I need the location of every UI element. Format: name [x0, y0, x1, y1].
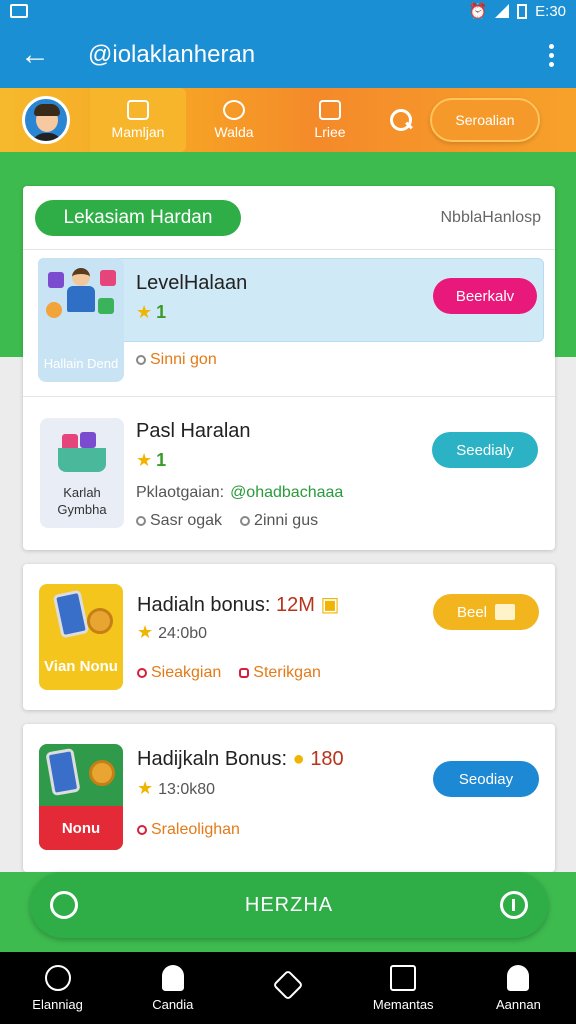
nav-item-memantas[interactable]: Memantas: [346, 952, 461, 1024]
back-arrow-icon[interactable]: ←: [0, 40, 70, 70]
beel-button[interactable]: Beel: [433, 594, 539, 630]
main-panel: Lekasiam Hardan NbblaHanlosp Hallain Den…: [23, 186, 555, 550]
gift-icon: [127, 100, 149, 120]
home-icon: [272, 969, 304, 1001]
list-item[interactable]: Vian Nonu Hadialn bonus: 12M ▣ ★ 24:0b0 …: [23, 564, 555, 710]
item-thumbnail: Nonu: [39, 744, 123, 850]
notification-icon: [10, 4, 28, 18]
star-rating: ★ 24:0b0: [137, 622, 208, 642]
nav-item-home[interactable]: [230, 952, 345, 1024]
item-thumbnail: Vian Nonu: [39, 584, 123, 690]
app-bar: ← @iolaklanheran: [0, 22, 576, 88]
herzha-bar[interactable]: HERZHA: [30, 872, 548, 938]
item-meta: Sinni gon: [136, 351, 217, 369]
item-meta: Pklaotgaian: @ohadbachaaa: [136, 484, 344, 501]
seodiay-button[interactable]: Seodiay: [433, 761, 539, 797]
item-title: Hadijkaln Bonus: ● 180: [137, 748, 344, 770]
section-pill[interactable]: Lekasiam Hardan: [35, 199, 241, 236]
battery-icon: [517, 3, 528, 19]
star-rating: ★ 1: [136, 450, 167, 470]
item-meta: Sraleolighan: [137, 821, 240, 839]
tab-mamljan[interactable]: Mamljan: [90, 88, 186, 152]
avatar[interactable]: [22, 96, 70, 144]
status-bar: ⏰ E:30: [0, 0, 576, 22]
alarm-icon: ⏰: [468, 3, 488, 20]
section-subtitle: NbblaHanlosp: [440, 208, 541, 226]
top-tabs: Mamljan Walda Lriee Seroalian: [0, 88, 576, 152]
seroalian-button[interactable]: Seroalian: [430, 98, 540, 142]
seedialy-button[interactable]: Seedialy: [432, 432, 538, 468]
refresh-icon[interactable]: [50, 891, 78, 919]
star-rating: ★ 1: [136, 302, 167, 322]
star-rating: ★ 13:0k80: [137, 778, 216, 798]
circle-icon: [44, 964, 71, 991]
nav-item-candia[interactable]: Candia: [115, 952, 230, 1024]
herzha-label: HERZHA: [244, 893, 334, 916]
nav-item-aannan[interactable]: Aannan: [461, 952, 576, 1024]
search-icon[interactable]: [390, 109, 412, 131]
tag-icon: [319, 100, 341, 120]
item-meta: Sasr ogak 2inni gus: [136, 512, 318, 530]
item-title: Pasl Haralan: [136, 420, 251, 442]
panel-header: Lekasiam Hardan NbblaHanlosp: [23, 186, 555, 250]
box-icon: [390, 964, 417, 991]
signal-icon: [495, 4, 510, 18]
item-meta: Sieakgian Sterikgan: [137, 664, 321, 682]
item-title: Hadialn bonus: 12M ▣: [137, 594, 340, 616]
page-title: @iolaklanheran: [88, 41, 256, 68]
more-menu-icon[interactable]: [526, 43, 576, 67]
tab-lriee[interactable]: Lriee: [282, 88, 378, 152]
item-title: LevelHalaan: [136, 272, 248, 294]
divider: [23, 396, 555, 397]
info-icon[interactable]: [499, 891, 528, 919]
bottom-nav: Elanniag Candia Memantas Aannan: [0, 952, 576, 1024]
coin-icon: [223, 100, 245, 120]
list-item[interactable]: Nonu Hadijkaln Bonus: ● 180 ★ 13:0k80 Se…: [23, 724, 555, 872]
beerkalv-button[interactable]: Beerkalv: [433, 278, 537, 314]
profile-icon: [507, 964, 530, 991]
nav-item-elanniag[interactable]: Elanniag: [0, 952, 115, 1024]
item-thumbnail: Hallain Dend: [38, 258, 124, 382]
bottom-action-bar: HERZHA: [0, 872, 576, 952]
person-icon: [161, 964, 184, 991]
item-thumbnail: Karlah Gymbha: [40, 418, 124, 528]
clock: E:30: [535, 2, 566, 20]
tab-walda[interactable]: Walda: [186, 88, 282, 152]
